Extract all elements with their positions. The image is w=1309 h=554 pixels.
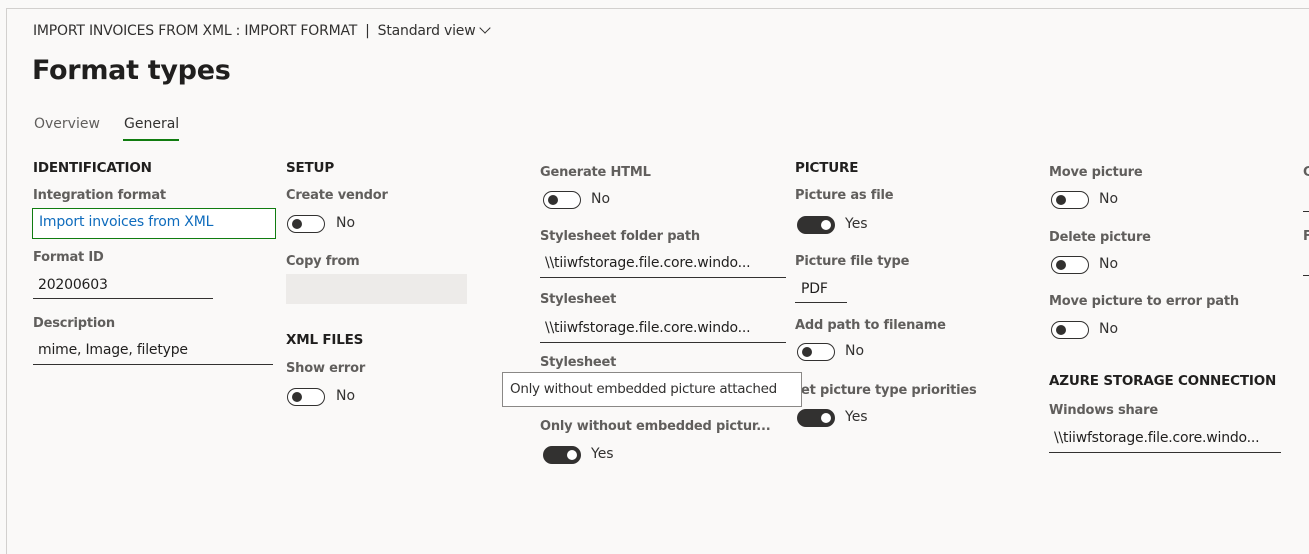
stylesheet-folder-path-input[interactable]: \\tiiwfstorage.file.core.windo... — [545, 255, 751, 271]
windows-share-input[interactable]: \\tiiwfstorage.file.core.windo... — [1054, 430, 1260, 446]
page-title: Format types — [32, 55, 231, 86]
format-id-underline — [33, 298, 213, 299]
cutoff-label-c: C — [1303, 165, 1309, 180]
cutoff-underline-2 — [1303, 275, 1309, 276]
toggle-knob — [292, 219, 302, 229]
add-path-label: Add path to filename — [795, 318, 946, 333]
section-identification: IDENTIFICATION — [33, 160, 152, 176]
integration-format-input[interactable]: Import invoices from XML — [32, 208, 276, 239]
picture-as-file-toggle[interactable] — [797, 216, 835, 234]
show-error-label: Show error — [286, 361, 366, 376]
section-xml-files: XML FILES — [286, 332, 364, 348]
format-id-label: Format ID — [33, 250, 104, 265]
move-error-value: No — [1099, 321, 1119, 337]
picture-as-file-label: Picture as file — [795, 188, 894, 203]
toggle-knob — [802, 347, 812, 357]
page-frame-top — [6, 8, 1309, 9]
delete-picture-label: Delete picture — [1049, 230, 1151, 245]
cutoff-underline-1 — [1303, 211, 1309, 212]
tab-active-indicator — [123, 139, 179, 141]
add-path-toggle[interactable] — [797, 343, 835, 361]
generate-html-toggle[interactable] — [543, 191, 581, 209]
create-vendor-label: Create vendor — [286, 188, 388, 203]
toggle-knob — [1056, 195, 1066, 205]
toggle-knob — [548, 195, 558, 205]
add-path-value: No — [845, 343, 865, 359]
only-without-embedded-label: Only without embedded pictur... — [540, 419, 771, 434]
create-vendor-toggle[interactable] — [287, 215, 325, 233]
cutoff-label-f: F — [1303, 229, 1309, 244]
description-input[interactable]: mime, Image, filetype — [38, 342, 188, 358]
integration-format-label: Integration format — [33, 188, 166, 203]
chevron-down-icon — [479, 22, 492, 34]
generate-html-value: No — [591, 191, 611, 207]
tab-general[interactable]: General — [124, 116, 179, 132]
priorities-toggle[interactable] — [797, 409, 835, 427]
stylesheet-label: Stylesheet — [540, 292, 617, 307]
picture-file-type-label: Picture file type — [795, 254, 910, 269]
picture-file-type-underline — [795, 302, 847, 303]
generate-html-label: Generate HTML — [540, 165, 651, 180]
move-picture-label: Move picture — [1049, 165, 1143, 180]
tab-overview[interactable]: Overview — [34, 116, 100, 132]
picture-file-type-input[interactable]: PDF — [801, 281, 828, 297]
show-error-toggle[interactable] — [287, 388, 325, 406]
priorities-label: et picture type priorities — [801, 383, 977, 398]
toggle-knob — [1056, 260, 1066, 270]
tooltip: Only without embedded picture attached — [502, 372, 802, 407]
stylesheet-underline — [540, 342, 786, 343]
breadcrumb-text: IMPORT INVOICES FROM XML : IMPORT FORMAT — [33, 23, 358, 39]
only-without-embedded-value: Yes — [591, 446, 614, 462]
page-frame-left — [6, 8, 7, 554]
picture-as-file-value: Yes — [845, 216, 868, 232]
stylesheet-input[interactable]: \\tiiwfstorage.file.core.windo... — [545, 320, 751, 336]
create-vendor-value: No — [336, 215, 356, 231]
show-error-value: No — [336, 388, 356, 404]
copy-from-label: Copy from — [286, 254, 360, 269]
delete-picture-toggle[interactable] — [1051, 256, 1089, 274]
move-picture-value: No — [1099, 191, 1119, 207]
view-selector-label: Standard view — [377, 23, 476, 39]
move-error-label: Move picture to error path — [1049, 294, 1239, 309]
stylesheet-label-2: Stylesheet — [540, 355, 617, 370]
breadcrumb: IMPORT INVOICES FROM XML : IMPORT FORMAT… — [33, 22, 492, 39]
move-picture-toggle[interactable] — [1051, 191, 1089, 209]
description-label: Description — [33, 316, 115, 331]
view-selector[interactable]: Standard view — [377, 22, 492, 39]
stylesheet-folder-path-underline — [540, 277, 786, 278]
section-azure-storage: AZURE STORAGE CONNECTION — [1049, 373, 1277, 389]
format-id-input[interactable]: 20200603 — [38, 277, 108, 293]
priorities-value: Yes — [845, 409, 868, 425]
toggle-knob — [821, 413, 831, 423]
section-picture: PICTURE — [795, 160, 859, 176]
toggle-knob — [1056, 325, 1066, 335]
move-error-toggle[interactable] — [1051, 321, 1089, 339]
toggle-knob — [567, 450, 577, 460]
description-underline — [33, 364, 273, 365]
section-setup: SETUP — [286, 160, 335, 176]
breadcrumb-separator: | — [365, 23, 370, 39]
toggle-knob — [821, 220, 831, 230]
toggle-knob — [292, 392, 302, 402]
stylesheet-folder-path-label: Stylesheet folder path — [540, 229, 700, 244]
windows-share-label: Windows share — [1049, 403, 1158, 418]
windows-share-underline — [1049, 452, 1281, 453]
only-without-embedded-toggle[interactable] — [543, 446, 581, 464]
copy-from-input[interactable] — [286, 274, 467, 304]
delete-picture-value: No — [1099, 256, 1119, 272]
